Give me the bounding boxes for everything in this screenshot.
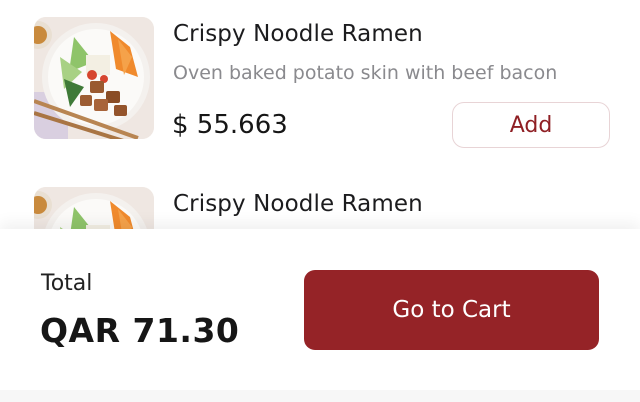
go-to-cart-button[interactable]: Go to Cart	[304, 270, 599, 350]
ramen-bowl-image	[34, 17, 154, 139]
item-title: Crispy Noodle Ramen	[173, 191, 423, 217]
item-price: $ 55.663	[172, 110, 288, 140]
checkout-bar: Total QAR 71.30 Go to Cart	[0, 229, 640, 402]
total-amount: QAR 71.30	[40, 311, 240, 350]
item-description: Oven baked potato skin with beef bacon	[173, 62, 558, 84]
item-title: Crispy Noodle Ramen	[173, 21, 423, 47]
total-label: Total	[41, 271, 93, 296]
menu-screen: Crispy Noodle Ramen Oven baked potato sk…	[0, 0, 640, 402]
ramen-bowl-illustration	[34, 17, 154, 139]
menu-item-card[interactable]: Crispy Noodle Ramen Oven baked potato sk…	[0, 15, 640, 155]
add-button[interactable]: Add	[452, 102, 610, 148]
bottom-divider	[0, 390, 640, 402]
